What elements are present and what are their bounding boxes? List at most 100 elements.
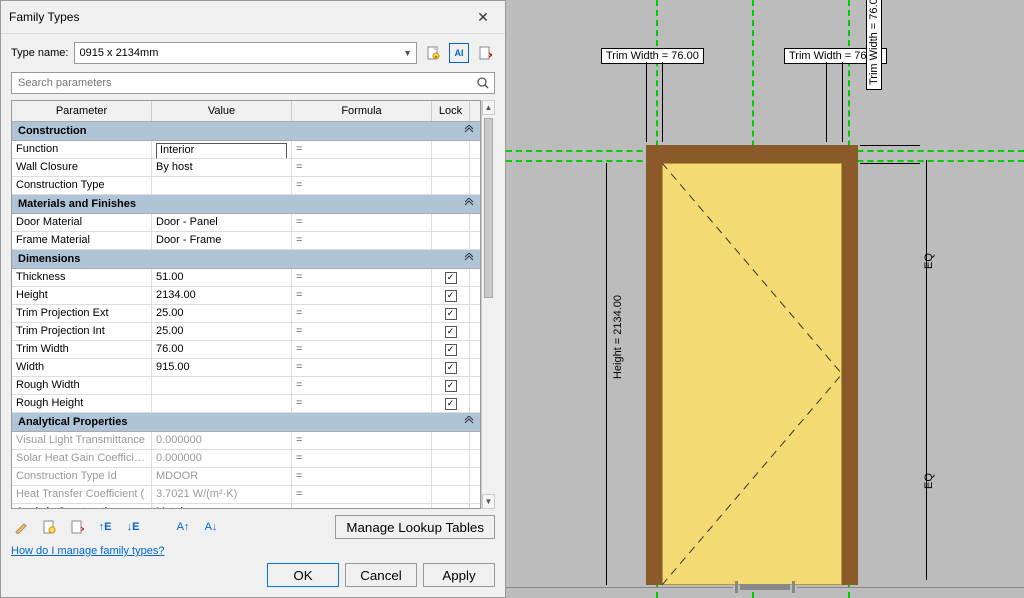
param-formula-cell[interactable]: =: [292, 232, 432, 249]
param-value-cell[interactable]: By host: [152, 159, 292, 176]
param-value-cell[interactable]: [152, 377, 292, 394]
scroll-thumb[interactable]: [484, 118, 493, 298]
param-value-cell[interactable]: [152, 395, 292, 412]
rename-type-button[interactable]: AI: [449, 43, 469, 63]
lock-checkbox[interactable]: ✓: [445, 290, 457, 302]
param-value-cell[interactable]: Door - Frame: [152, 232, 292, 249]
collapse-icon[interactable]: [464, 198, 474, 210]
drawing-viewport[interactable]: Height = 2134.00 Trim Width = 76.00 Trim…: [506, 0, 1024, 598]
param-formula-cell[interactable]: =: [292, 159, 432, 176]
lock-checkbox[interactable]: ✓: [445, 344, 457, 356]
param-lock-cell[interactable]: [432, 504, 470, 508]
param-value-cell[interactable]: 3.7021 W/(m²·K): [152, 486, 292, 503]
new-param-icon[interactable]: [39, 517, 59, 537]
lock-checkbox[interactable]: ✓: [445, 362, 457, 374]
param-lock-cell[interactable]: [432, 141, 470, 158]
param-formula-cell[interactable]: =: [292, 359, 432, 376]
param-value-cell[interactable]: Interior: [152, 141, 292, 158]
header-parameter[interactable]: Parameter: [12, 101, 152, 121]
dim-trimwidth-head[interactable]: Trim Width = 76.00: [866, 0, 882, 90]
param-lock-cell[interactable]: ✓: [432, 305, 470, 322]
sort-desc-icon[interactable]: A↓: [201, 517, 221, 537]
param-row[interactable]: Solar Heat Gain Coefficient0.000000=: [12, 450, 480, 468]
param-lock-cell[interactable]: ✓: [432, 395, 470, 412]
param-lock-cell[interactable]: ✓: [432, 323, 470, 340]
param-lock-cell[interactable]: ✓: [432, 341, 470, 358]
category-row[interactable]: Construction: [12, 122, 480, 141]
help-link[interactable]: How do I manage family types?: [1, 545, 505, 563]
dim-trimwidth-left[interactable]: Trim Width = 76.00: [601, 48, 704, 64]
category-row[interactable]: Analytical Properties: [12, 413, 480, 432]
param-value-cell[interactable]: 915.00: [152, 359, 292, 376]
lock-checkbox[interactable]: ✓: [445, 398, 457, 410]
param-value-input[interactable]: Interior: [156, 143, 287, 158]
param-lock-cell[interactable]: [432, 214, 470, 231]
param-formula-cell[interactable]: =: [292, 395, 432, 412]
param-row[interactable]: Heat Transfer Coefficient (3.7021 W/(m²·…: [12, 486, 480, 504]
param-lock-cell[interactable]: ✓: [432, 377, 470, 394]
collapse-icon[interactable]: [464, 125, 474, 137]
param-value-cell[interactable]: MDOOR: [152, 468, 292, 485]
param-value-cell[interactable]: 2134.00: [152, 287, 292, 304]
param-row[interactable]: Height2134.00=✓: [12, 287, 480, 305]
param-lock-cell[interactable]: ✓: [432, 287, 470, 304]
param-row[interactable]: Width915.00=✓: [12, 359, 480, 377]
param-value-cell[interactable]: Metal: [152, 504, 292, 508]
param-value-cell[interactable]: [152, 177, 292, 194]
header-value[interactable]: Value: [152, 101, 292, 121]
param-lock-cell[interactable]: [432, 232, 470, 249]
delete-param-icon[interactable]: ✕: [67, 517, 87, 537]
param-row[interactable]: Construction Type IdMDOOR=: [12, 468, 480, 486]
dim-eq-bottom[interactable]: EQ: [923, 473, 935, 489]
param-formula-cell[interactable]: =: [292, 323, 432, 340]
param-value-cell[interactable]: 76.00: [152, 341, 292, 358]
param-row[interactable]: Trim Width76.00=✓: [12, 341, 480, 359]
param-formula-cell[interactable]: =: [292, 450, 432, 467]
param-formula-cell[interactable]: =: [292, 432, 432, 449]
param-lock-cell[interactable]: [432, 450, 470, 467]
edit-param-icon[interactable]: [11, 517, 31, 537]
param-lock-cell[interactable]: ✓: [432, 269, 470, 286]
move-down-icon[interactable]: ↓E: [123, 517, 143, 537]
param-formula-cell[interactable]: =: [292, 141, 432, 158]
collapse-icon[interactable]: [464, 253, 474, 265]
param-row[interactable]: FunctionInterior=: [12, 141, 480, 159]
param-row[interactable]: Rough Width=✓: [12, 377, 480, 395]
lock-checkbox[interactable]: ✓: [445, 308, 457, 320]
param-lock-cell[interactable]: [432, 159, 470, 176]
param-formula-cell[interactable]: =: [292, 287, 432, 304]
param-row[interactable]: Thickness51.00=✓: [12, 269, 480, 287]
delete-type-button[interactable]: ✕: [475, 43, 495, 63]
param-value-cell[interactable]: 0.000000: [152, 450, 292, 467]
param-formula-cell[interactable]: =: [292, 468, 432, 485]
close-button[interactable]: ✕: [469, 7, 497, 27]
param-row[interactable]: Wall ClosureBy host=: [12, 159, 480, 177]
ok-button[interactable]: OK: [267, 563, 339, 587]
param-formula-cell[interactable]: =: [292, 341, 432, 358]
lock-checkbox[interactable]: ✓: [445, 326, 457, 338]
type-name-select[interactable]: 0915 x 2134mm ▼: [74, 42, 417, 64]
param-value-cell[interactable]: 51.00: [152, 269, 292, 286]
param-formula-cell[interactable]: =: [292, 377, 432, 394]
param-row[interactable]: Analytic ConstructionMetal=: [12, 504, 480, 508]
param-row[interactable]: Trim Projection Ext25.00=✓: [12, 305, 480, 323]
new-type-button[interactable]: ★: [423, 43, 443, 63]
move-up-icon[interactable]: ↑E: [95, 517, 115, 537]
param-formula-cell[interactable]: =: [292, 504, 432, 508]
param-lock-cell[interactable]: [432, 468, 470, 485]
param-lock-cell[interactable]: ✓: [432, 359, 470, 376]
param-value-cell[interactable]: 0.000000: [152, 432, 292, 449]
dim-height-label[interactable]: Height = 2134.00: [611, 291, 625, 383]
manage-lookup-button[interactable]: Manage Lookup Tables: [335, 515, 495, 539]
param-formula-cell[interactable]: =: [292, 214, 432, 231]
scroll-up-icon[interactable]: ▲: [482, 100, 495, 115]
param-row[interactable]: Construction Type=: [12, 177, 480, 195]
param-row[interactable]: Door MaterialDoor - Panel=: [12, 214, 480, 232]
param-value-cell[interactable]: 25.00: [152, 323, 292, 340]
cancel-button[interactable]: Cancel: [345, 563, 417, 587]
category-row[interactable]: Materials and Finishes: [12, 195, 480, 214]
param-lock-cell[interactable]: [432, 486, 470, 503]
scroll-down-icon[interactable]: ▼: [482, 494, 495, 509]
apply-button[interactable]: Apply: [423, 563, 495, 587]
param-lock-cell[interactable]: [432, 177, 470, 194]
